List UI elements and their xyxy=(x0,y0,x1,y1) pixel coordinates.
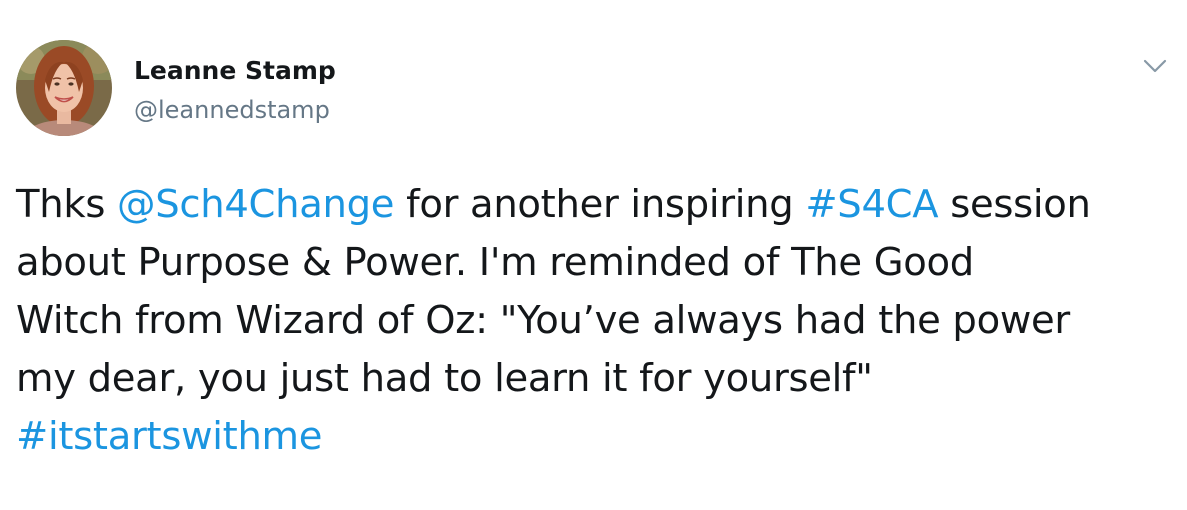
author-handle[interactable]: @leannedstamp xyxy=(134,94,330,126)
tweet-text: Thks @Sch4Change for another inspiring #… xyxy=(16,176,1176,466)
tweet-line: Thks @Sch4Change for another inspiring #… xyxy=(16,176,1176,234)
tweet-line: my dear, you just had to learn it for yo… xyxy=(16,356,873,401)
hashtag-link[interactable]: #itstartswithme xyxy=(16,414,322,459)
tweet-line: Witch from Wizard of Oz: "You’ve always … xyxy=(16,298,1070,343)
tweet-text-segment: session xyxy=(938,182,1091,227)
chevron-down-icon xyxy=(1143,59,1167,73)
tweet-text-segment: for another inspiring xyxy=(394,182,806,227)
tweet-line: about Purpose & Power. I'm reminded of T… xyxy=(16,240,974,285)
mention-link[interactable]: @Sch4Change xyxy=(117,182,394,227)
tweet-text-segment: Thks xyxy=(16,182,118,227)
avatar[interactable] xyxy=(16,40,112,136)
tweet-menu-button[interactable] xyxy=(1138,52,1172,80)
author-name[interactable]: Leanne Stamp xyxy=(134,55,336,87)
hashtag-link[interactable]: #S4CA xyxy=(805,182,938,227)
tweet-card: Leanne Stamp @leannedstamp Thks @Sch4Cha… xyxy=(0,0,1187,510)
tweet-line: #itstartswithme xyxy=(16,408,1176,466)
profile-photo xyxy=(16,40,112,136)
